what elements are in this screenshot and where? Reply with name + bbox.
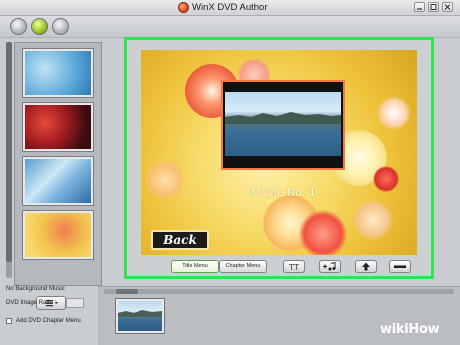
movie-title-text[interactable]: Movie No. 1: [251, 186, 316, 199]
clip-preview-graphic: [118, 310, 162, 317]
background-music-label[interactable]: No Background Music: [6, 286, 65, 292]
back-button[interactable]: Back: [151, 230, 209, 250]
video-thumbnail-frame[interactable]: [221, 80, 345, 170]
circle-button[interactable]: [52, 18, 69, 35]
add-music-button[interactable]: [319, 260, 341, 273]
dvd-ratio-select[interactable]: [66, 298, 84, 308]
remove-button[interactable]: [389, 260, 411, 273]
hills-graphic: [225, 112, 341, 124]
preview-controls: Title Menu Chapter Menu TT: [141, 260, 417, 274]
text-icon: TT: [289, 264, 299, 272]
decor-flower: [353, 200, 393, 240]
template-yellow-flowers[interactable]: [23, 211, 93, 259]
tab-chapter-menu[interactable]: Chapter Menu: [219, 260, 267, 273]
template-blue-water[interactable]: [23, 49, 93, 97]
scrollbar-thumb[interactable]: [6, 42, 12, 262]
template-scrollbar[interactable]: [6, 42, 12, 278]
decor-flower: [145, 160, 185, 200]
circle-button-active[interactable]: [31, 18, 48, 35]
text-button[interactable]: TT: [283, 260, 305, 273]
winx-logo-icon: [178, 2, 189, 13]
circle-button[interactable]: [10, 18, 27, 35]
dvd-ratio-label: DVD Image Ratio :: [6, 300, 57, 306]
move-up-button[interactable]: [355, 260, 377, 273]
video-thumbnail: [225, 92, 341, 156]
decor-flower: [299, 210, 347, 255]
svg-text:TT: TT: [289, 264, 299, 272]
wikihow-watermark: wikiHow: [380, 322, 440, 337]
window-title: WinX DVD Author: [192, 2, 268, 13]
decor-flower: [377, 96, 411, 130]
main-toolbar: [0, 16, 460, 38]
tab-title-menu[interactable]: Title Menu: [171, 260, 219, 273]
title-bar: WinX DVD Author: [0, 0, 460, 16]
menu-preview-canvas: Movie No. 1 Back: [141, 50, 417, 255]
template-panel: [4, 38, 108, 310]
timeline-scrollbar[interactable]: [104, 289, 454, 294]
lake-clip[interactable]: [116, 299, 164, 333]
template-blue-abstract[interactable]: [23, 157, 93, 205]
template-list: [14, 42, 102, 286]
maximize-icon[interactable]: [428, 2, 439, 12]
up-arrow-icon: [362, 262, 370, 271]
add-music-icon: [323, 261, 336, 271]
minimize-icon[interactable]: [414, 2, 425, 12]
close-icon[interactable]: [442, 2, 453, 12]
add-chapter-menu-checkbox[interactable]: [6, 318, 12, 324]
minus-icon: [394, 265, 406, 268]
add-chapter-menu-label: Add DVD Chapter Menu: [16, 318, 81, 324]
decor-flower: [373, 166, 399, 192]
template-red-flowers[interactable]: [23, 103, 93, 151]
scrollbar-thumb[interactable]: [116, 289, 138, 294]
menu-preview-frame: Movie No. 1 Back Title Menu Chapter Menu…: [124, 37, 434, 279]
